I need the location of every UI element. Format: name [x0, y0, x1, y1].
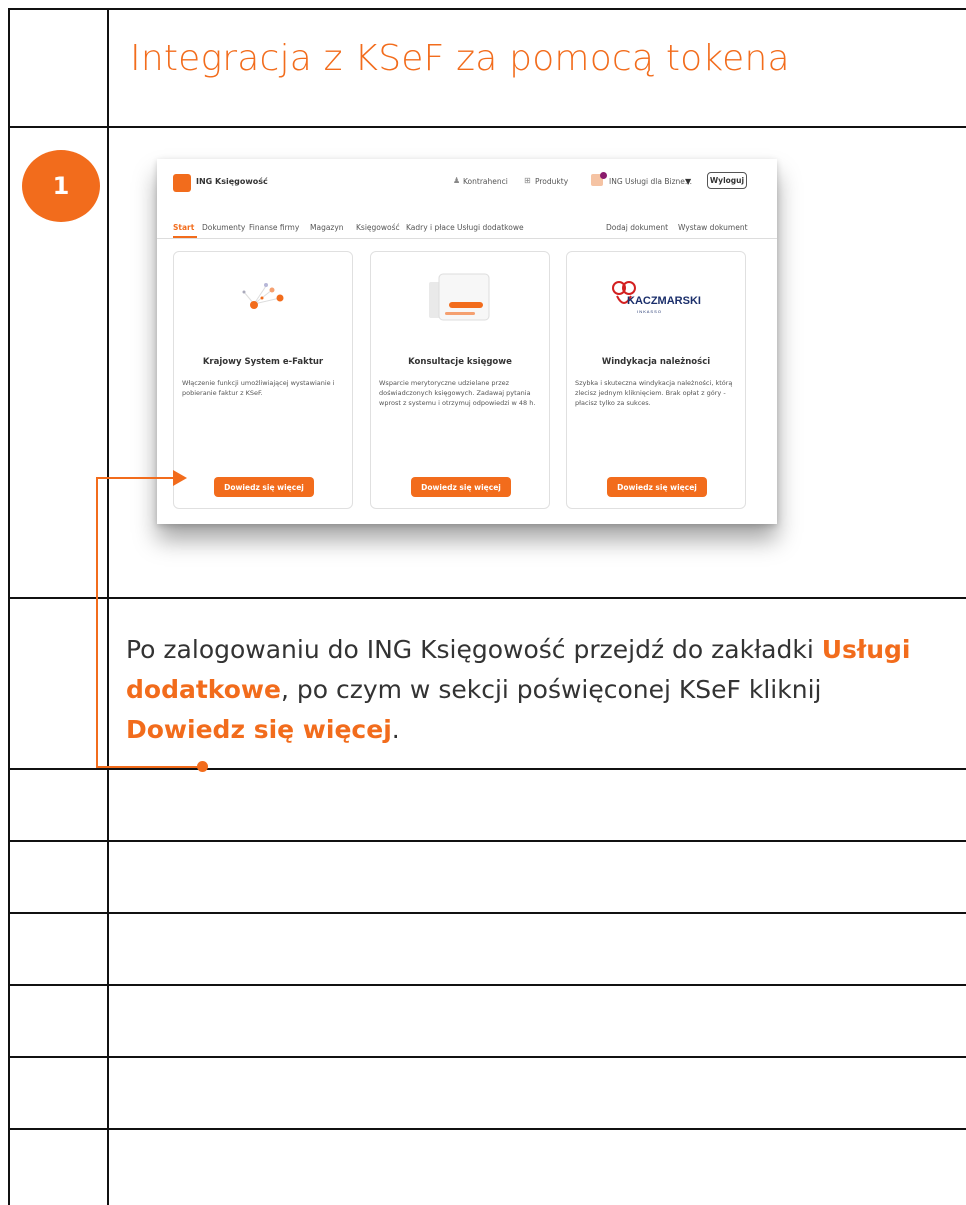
- partner-logo-text: KACZMARSKI: [627, 295, 701, 307]
- connector-dot: [197, 761, 208, 772]
- grid-line: [8, 8, 966, 10]
- grid-line: [8, 8, 10, 1205]
- tab-finances[interactable]: Finanse firmy: [249, 223, 299, 232]
- kaczmarski-logo-icon: KACZMARSKI I N K A S S O: [612, 281, 701, 314]
- add-document-link[interactable]: Dodaj dokument: [606, 223, 668, 232]
- user-menu[interactable]: ING Usługi dla Bizne...: [609, 177, 692, 186]
- grid-line: [8, 597, 966, 599]
- card-description: Wsparcie merytoryczne udzielane przez do…: [379, 379, 536, 407]
- network-dots-icon: [242, 283, 284, 309]
- highlight-learn-more: Dowiedz się więcej: [126, 715, 392, 744]
- brand-name: ING Księgowość: [196, 177, 268, 186]
- chevron-down-icon[interactable]: ▼: [685, 177, 691, 186]
- instruction-part: .: [391, 715, 400, 744]
- card-title: Konsultacje księgowe: [408, 357, 512, 367]
- learn-more-button[interactable]: Dowiedz się więcej: [607, 477, 707, 497]
- grid-line: [107, 8, 109, 1205]
- logout-button[interactable]: Wyloguj: [707, 172, 747, 189]
- consulting-card: Konsultacje księgowe Wsparcie merytorycz…: [370, 251, 550, 509]
- card-description: Włączenie funkcji umożliwiającej wystawi…: [182, 379, 335, 397]
- connector-line: [96, 477, 98, 767]
- app-header: ING Księgowość ♟ Kontrahenci ⊞ Produkty …: [157, 159, 777, 203]
- embedded-screenshot: ING Księgowość ♟ Kontrahenci ⊞ Produkty …: [157, 159, 777, 524]
- grid-line: [8, 912, 966, 914]
- grid-line: [8, 1056, 966, 1058]
- contractors-link[interactable]: Kontrahenci: [463, 177, 508, 186]
- connector-line: [96, 766, 202, 768]
- learn-more-button[interactable]: Dowiedz się więcej: [411, 477, 511, 497]
- tab-additional-services[interactable]: Usługi dodatkowe: [457, 223, 524, 232]
- grid-line: [8, 840, 966, 842]
- grid-line: [8, 126, 966, 128]
- card-title: Krajowy System e-Faktur: [202, 357, 324, 367]
- instruction-text: Po zalogowaniu do ING Księgowość przejdź…: [126, 630, 946, 750]
- tab-documents[interactable]: Dokumenty: [202, 223, 245, 232]
- tab-start[interactable]: Start: [173, 223, 194, 232]
- grid-line: [8, 984, 966, 986]
- card-description: Szybka i skuteczna windykacja należności…: [575, 379, 733, 407]
- products-link[interactable]: Produkty: [535, 177, 568, 186]
- divider: [157, 238, 777, 239]
- instruction-part: , po czym w sekcji poświęconej KSeF klik…: [280, 675, 822, 704]
- issue-document-link[interactable]: Wystaw dokument: [678, 223, 748, 232]
- learn-more-button[interactable]: Dowiedz się więcej: [214, 477, 314, 497]
- ksef-card: Krajowy System e-Faktur Włączenie funkcj…: [173, 251, 353, 509]
- partner-logo-sub: I N K A S S O: [637, 309, 661, 314]
- device-illustration-icon: [429, 273, 490, 321]
- card-title: Windykacja należności: [601, 357, 711, 367]
- page-title: Integracja z KSeF za pomocą tokena: [130, 38, 790, 79]
- connector-line: [96, 477, 176, 479]
- grid-line: [8, 768, 966, 770]
- tab-warehouse[interactable]: Magazyn: [310, 223, 344, 232]
- arrow-icon: [173, 470, 187, 486]
- ing-lion-logo-icon: [173, 174, 191, 192]
- contractors-icon: ♟: [453, 176, 461, 185]
- notification-dot: [600, 172, 607, 179]
- tab-accounting[interactable]: Księgowość: [356, 223, 400, 232]
- debt-collection-card: KACZMARSKI I N K A S S O Windykacja nale…: [566, 251, 746, 509]
- grid-line: [8, 1128, 966, 1130]
- tab-hr-payroll[interactable]: Kadry i płace: [406, 223, 455, 232]
- step-number-badge: 1: [22, 150, 100, 222]
- products-icon: ⊞: [524, 176, 531, 185]
- instruction-part: Po zalogowaniu do ING Księgowość przejdź…: [126, 635, 822, 664]
